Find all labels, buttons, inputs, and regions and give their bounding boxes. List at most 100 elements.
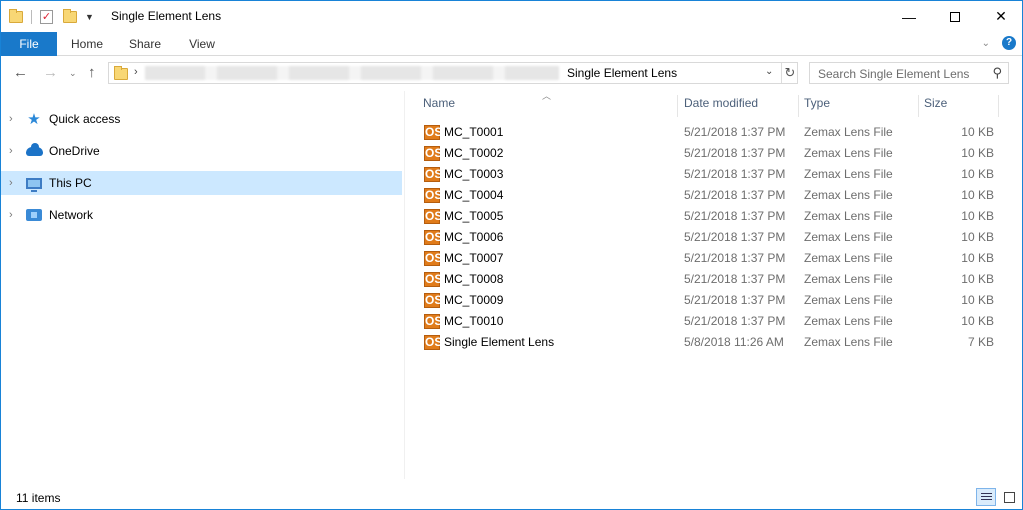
file-date: 5/21/2018 1:37 PM	[684, 167, 786, 181]
zemax-file-icon: OS	[424, 230, 443, 245]
navigation-bar: ← → ⌄ ↑ › Single Element Lens ⌄ ↻ Search…	[1, 57, 1022, 89]
customize-toolbar-dropdown-icon[interactable]: ▼	[85, 12, 94, 22]
tab-share[interactable]: Share	[129, 32, 161, 56]
file-type: Zemax Lens File	[804, 188, 893, 202]
table-row[interactable]: OS MC_T0003 5/21/2018 1:37 PM Zemax Lens…	[422, 164, 1000, 185]
zemax-file-icon: OS	[424, 335, 443, 350]
file-size: 10 KB	[961, 146, 994, 160]
file-name: MC_T0002	[444, 146, 504, 160]
maximize-button[interactable]	[932, 1, 978, 32]
file-name: MC_T0006	[444, 230, 504, 244]
zemax-file-icon: OS	[424, 251, 443, 266]
file-size: 10 KB	[961, 293, 994, 307]
column-header-size[interactable]: Size	[919, 95, 999, 117]
computer-icon	[25, 175, 43, 192]
sidebar-item-onedrive[interactable]: › OneDrive	[1, 139, 402, 163]
search-box[interactable]: Search Single Element Lens ⚲	[809, 62, 1009, 84]
file-size: 10 KB	[961, 251, 994, 265]
zemax-file-icon: OS	[424, 272, 443, 287]
table-row[interactable]: OS MC_T0007 5/21/2018 1:37 PM Zemax Lens…	[422, 248, 1000, 269]
blurred-breadcrumb-path[interactable]	[145, 66, 559, 80]
explorer-window: ✓ ▼ Single Element Lens — ✕ File Home Sh…	[0, 0, 1023, 510]
address-history-dropdown-icon[interactable]: ⌄	[765, 66, 773, 77]
table-row[interactable]: OS MC_T0010 5/21/2018 1:37 PM Zemax Lens…	[422, 311, 1000, 332]
window-title: Single Element Lens	[111, 9, 222, 23]
title-bar: ✓ ▼ Single Element Lens — ✕	[1, 1, 1022, 32]
star-icon: ★	[27, 111, 41, 128]
column-header-type[interactable]: Type	[799, 95, 919, 117]
help-icon[interactable]: ?	[1002, 36, 1016, 50]
sidebar-item-label: Network	[49, 208, 94, 222]
recent-locations-icon[interactable]: ⌄	[69, 68, 77, 79]
back-arrow-icon[interactable]: ←	[13, 64, 28, 81]
folder-icon[interactable]	[9, 9, 23, 23]
breadcrumb-current[interactable]: Single Element Lens	[567, 66, 677, 80]
tab-file[interactable]: File	[1, 32, 57, 56]
network-icon	[25, 207, 43, 223]
status-bar: 11 items	[1, 485, 1022, 509]
expand-chevron-icon[interactable]: ›	[9, 145, 21, 157]
search-icon[interactable]: ⚲	[992, 65, 1002, 81]
file-name: MC_T0010	[444, 314, 504, 328]
address-bar[interactable]: › Single Element Lens ⌄ ↻	[108, 62, 798, 84]
zemax-file-icon: OS	[424, 293, 443, 308]
sidebar-item-network[interactable]: › Network	[1, 203, 402, 227]
file-date: 5/8/2018 11:26 AM	[684, 335, 784, 349]
file-name: MC_T0007	[444, 251, 504, 265]
details-view-button[interactable]	[976, 488, 996, 506]
file-date: 5/21/2018 1:37 PM	[684, 209, 786, 223]
forward-arrow-icon[interactable]: →	[43, 64, 58, 81]
zemax-file-icon: OS	[424, 209, 443, 224]
close-icon: ✕	[995, 8, 1007, 24]
file-date: 5/21/2018 1:37 PM	[684, 314, 786, 328]
sidebar-item-label: OneDrive	[49, 144, 100, 158]
file-name: MC_T0001	[444, 125, 504, 139]
sidebar-item-quick-access[interactable]: › ★ Quick access	[1, 107, 402, 131]
details-view-icon	[981, 493, 992, 502]
file-list: ︿ Name Date modified Type Size OS MC_T00…	[405, 89, 1022, 481]
file-type: Zemax Lens File	[804, 230, 893, 244]
zemax-file-icon: OS	[424, 314, 443, 329]
expand-chevron-icon[interactable]: ›	[9, 113, 21, 125]
ribbon-tabs: File Home Share View ⌄ ?	[1, 32, 1022, 56]
file-date: 5/21/2018 1:37 PM	[684, 230, 786, 244]
file-size: 10 KB	[961, 167, 994, 181]
file-date: 5/21/2018 1:37 PM	[684, 125, 786, 139]
file-date: 5/21/2018 1:37 PM	[684, 188, 786, 202]
file-type: Zemax Lens File	[804, 251, 893, 265]
file-type: Zemax Lens File	[804, 314, 893, 328]
expand-chevron-icon[interactable]: ›	[9, 177, 21, 189]
file-type: Zemax Lens File	[804, 209, 893, 223]
table-row[interactable]: OS MC_T0009 5/21/2018 1:37 PM Zemax Lens…	[422, 290, 1000, 311]
close-button[interactable]: ✕	[978, 1, 1023, 32]
table-row[interactable]: OS MC_T0004 5/21/2018 1:37 PM Zemax Lens…	[422, 185, 1000, 206]
file-size: 10 KB	[961, 188, 994, 202]
table-row[interactable]: OS MC_T0006 5/21/2018 1:37 PM Zemax Lens…	[422, 227, 1000, 248]
expand-chevron-icon[interactable]: ›	[9, 209, 21, 221]
search-input[interactable]: Search Single Element Lens	[818, 67, 969, 81]
expand-ribbon-icon[interactable]: ⌄	[982, 38, 990, 49]
file-type: Zemax Lens File	[804, 167, 893, 181]
ribbon-controls: ⌄ ?	[982, 36, 1016, 50]
tab-home[interactable]: Home	[71, 32, 103, 56]
table-row[interactable]: OS MC_T0008 5/21/2018 1:37 PM Zemax Lens…	[422, 269, 1000, 290]
table-row[interactable]: OS Single Element Lens 5/8/2018 11:26 AM…	[422, 332, 1000, 353]
table-row[interactable]: OS MC_T0002 5/21/2018 1:37 PM Zemax Lens…	[422, 143, 1000, 164]
column-header-name[interactable]: Name	[418, 95, 678, 117]
table-row[interactable]: OS MC_T0001 5/21/2018 1:37 PM Zemax Lens…	[422, 122, 1000, 143]
sidebar-item-label: Quick access	[49, 112, 121, 126]
properties-icon[interactable]: ✓	[40, 10, 53, 24]
column-header-date-modified[interactable]: Date modified	[679, 95, 799, 117]
zemax-file-icon: OS	[424, 188, 443, 203]
file-name: MC_T0005	[444, 209, 504, 223]
breadcrumb-separator-icon[interactable]: ›	[134, 66, 138, 78]
table-row[interactable]: OS MC_T0005 5/21/2018 1:37 PM Zemax Lens…	[422, 206, 1000, 227]
refresh-icon[interactable]: ↻	[781, 63, 798, 83]
file-size: 10 KB	[961, 125, 994, 139]
up-arrow-icon[interactable]: ↑	[88, 64, 96, 81]
sidebar-item-this-pc[interactable]: › This PC	[1, 171, 402, 195]
minimize-button[interactable]: —	[886, 1, 932, 32]
large-icons-view-button[interactable]	[999, 488, 1019, 506]
tab-view[interactable]: View	[187, 32, 217, 56]
new-folder-icon[interactable]	[63, 9, 77, 23]
